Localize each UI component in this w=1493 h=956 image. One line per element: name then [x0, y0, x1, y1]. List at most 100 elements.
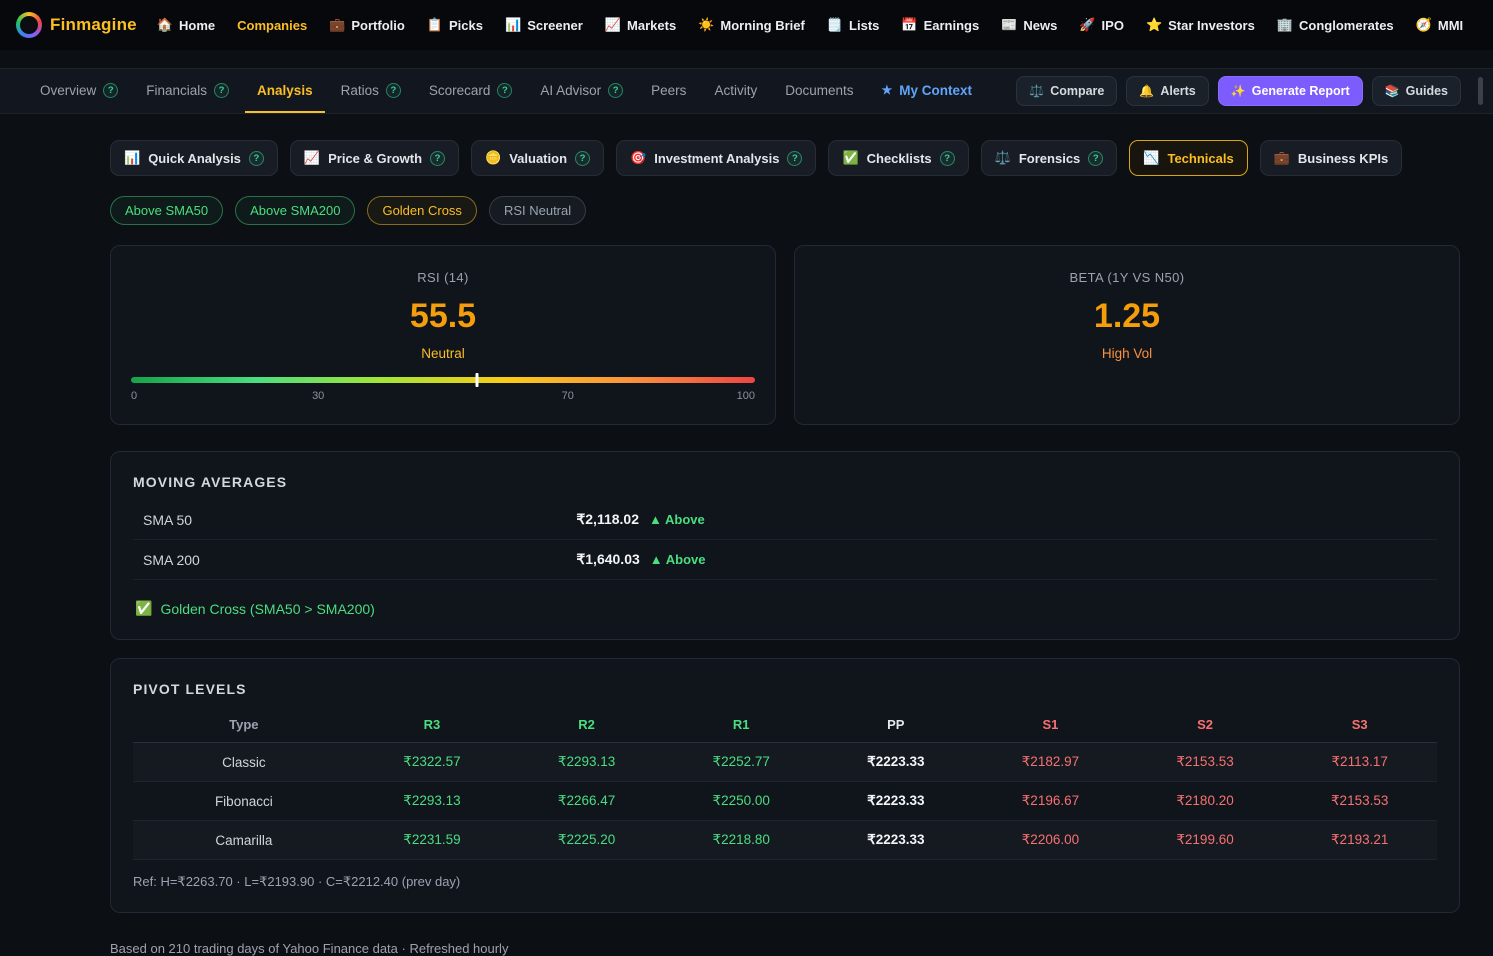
chip-above-sma50: Above SMA50 [110, 196, 223, 225]
help-icon[interactable]: ? [430, 151, 445, 166]
topnav-item-companies[interactable]: Companies [237, 18, 307, 33]
signal-chips: Above SMA50 Above SMA200 Golden Cross RS… [110, 196, 1460, 225]
help-icon[interactable]: ? [103, 83, 118, 98]
table-row: SMA 50 ₹2,118.02 ▲ Above [133, 500, 1437, 540]
topnav-item-ipo[interactable]: 🚀 IPO [1079, 17, 1124, 33]
topnav-item-conglomerates[interactable]: 🏢 Conglomerates [1277, 17, 1394, 33]
tab-label: Activity [714, 83, 757, 98]
beta-card-title: BETA (1Y VS N50) [815, 270, 1439, 285]
tab-ratios[interactable]: Ratios ? [329, 69, 413, 113]
topnav-item-label: Markets [627, 18, 676, 33]
topnav-item-markets[interactable]: 📈 Markets [605, 17, 676, 33]
topnav-item-picks[interactable]: 📋 Picks [427, 17, 483, 33]
topnav-item-portfolio[interactable]: 💼 Portfolio [329, 17, 405, 33]
pivot-cell: ₹2180.20 [1128, 782, 1283, 821]
subtab-price-growth[interactable]: 📈 Price & Growth ? [290, 140, 459, 176]
pivot-cell: ₹2322.57 [355, 743, 510, 782]
subtab-label: Business KPIs [1298, 151, 1388, 166]
topnav-item-label: Companies [237, 18, 307, 33]
compare-icon: ⚖️ [1029, 84, 1044, 98]
generate-report-label: Generate Report [1252, 84, 1350, 98]
topnav-item-home[interactable]: 🏠 Home [157, 17, 215, 33]
tabbar-scrollbar[interactable] [1478, 77, 1483, 105]
ipo-icon: 🚀 [1079, 17, 1095, 33]
tab-scorecard[interactable]: Scorecard ? [417, 69, 525, 113]
help-icon[interactable]: ? [575, 151, 590, 166]
help-icon[interactable]: ? [940, 151, 955, 166]
help-icon[interactable]: ? [214, 83, 229, 98]
tab-analysis[interactable]: Analysis [245, 69, 325, 113]
subtab-valuation[interactable]: 🪙 Valuation ? [471, 140, 604, 176]
column-header-s1: S1 [973, 707, 1128, 743]
subtab-quick-analysis[interactable]: 📊 Quick Analysis ? [110, 140, 278, 176]
pivot-cell: ₹2293.13 [509, 743, 664, 782]
beta-value: 1.25 [815, 297, 1439, 336]
pivot-cell: ₹2252.77 [664, 743, 819, 782]
brand-name: Finmagine [50, 15, 137, 35]
subtab-investment-analysis[interactable]: 🎯 Investment Analysis ? [616, 140, 816, 176]
tab-label: Analysis [257, 83, 313, 98]
pivot-reference-line: Ref: H=₹2263.70 · L=₹2193.90 · C=₹2212.4… [133, 860, 1437, 890]
subtab-business-kpis[interactable]: 💼 Business KPIs [1260, 140, 1403, 176]
pivot-cell: ₹2218.80 [664, 821, 819, 860]
pivot-cell: ₹2231.59 [355, 821, 510, 860]
topnav-item-earnings[interactable]: 📅 Earnings [901, 17, 979, 33]
brand[interactable]: Finmagine [16, 12, 137, 38]
earnings-icon: 📅 [901, 17, 917, 33]
pivot-levels-card: PIVOT LEVELS Type R3 R2 R1 PP S1 S2 S3 C… [110, 658, 1460, 913]
help-icon[interactable]: ? [787, 151, 802, 166]
technicals-icon: 📉 [1143, 150, 1159, 166]
morning-brief-icon: ☀️ [698, 17, 714, 33]
tab-ai-advisor[interactable]: AI Advisor ? [528, 69, 635, 113]
help-icon[interactable]: ? [497, 83, 512, 98]
topnav-item-screener[interactable]: 📊 Screener [505, 17, 583, 33]
help-icon[interactable]: ? [1088, 151, 1103, 166]
table-row: Camarilla ₹2231.59 ₹2225.20 ₹2218.80 ₹22… [133, 821, 1437, 860]
pivot-cell: ₹2199.60 [1128, 821, 1283, 860]
tab-peers[interactable]: Peers [639, 69, 698, 113]
subtab-checklists[interactable]: ✅ Checklists ? [828, 140, 968, 176]
sma200-status: ▲ Above [650, 552, 706, 567]
alerts-button[interactable]: 🔔 Alerts [1126, 76, 1208, 106]
tab-my-context[interactable]: ★ My Context [869, 69, 984, 113]
subtab-forensics[interactable]: ⚖️ Forensics ? [981, 140, 1118, 176]
help-icon[interactable]: ? [249, 151, 264, 166]
topnav-item-morning-brief[interactable]: ☀️ Morning Brief [698, 17, 805, 33]
rsi-card-title: RSI (14) [131, 270, 755, 285]
compare-button[interactable]: ⚖️ Compare [1016, 76, 1117, 106]
topnav-item-star-investors[interactable]: ⭐ Star Investors [1146, 17, 1255, 33]
pivot-row-type: Camarilla [133, 821, 355, 860]
topnav-item-lists[interactable]: 🗒️ Lists [827, 17, 880, 33]
tab-financials[interactable]: Financials ? [134, 69, 241, 113]
column-header-r2: R2 [509, 707, 664, 743]
pivot-cell: ₹2153.53 [1128, 743, 1283, 782]
topnav-item-news[interactable]: 📰 News [1001, 17, 1057, 33]
pivot-cell: ₹2293.13 [355, 782, 510, 821]
topnav-item-mmi[interactable]: 🧭 MMI [1416, 17, 1463, 33]
tab-activity[interactable]: Activity [702, 69, 769, 113]
tab-overview[interactable]: Overview ? [28, 69, 130, 113]
picks-icon: 📋 [427, 17, 443, 33]
help-icon[interactable]: ? [386, 83, 401, 98]
topnav-item-label: Morning Brief [720, 18, 805, 33]
subtab-label: Forensics [1019, 151, 1080, 166]
column-header-s2: S2 [1128, 707, 1283, 743]
quick-analysis-icon: 📊 [124, 150, 140, 166]
table-row: Fibonacci ₹2293.13 ₹2266.47 ₹2250.00 ₹22… [133, 782, 1437, 821]
guides-button[interactable]: 📚 Guides [1372, 76, 1461, 106]
tab-documents[interactable]: Documents [773, 69, 865, 113]
bell-icon: 🔔 [1139, 84, 1154, 98]
pivot-cell: ₹2223.33 [819, 821, 974, 860]
guides-button-label: Guides [1406, 84, 1448, 98]
topnav-item-label: News [1023, 18, 1057, 33]
moving-averages-title: MOVING AVERAGES [133, 474, 1437, 490]
subtab-technicals[interactable]: 📉 Technicals [1129, 140, 1247, 176]
tab-label: Overview [40, 83, 96, 98]
generate-report-button[interactable]: ✨ Generate Report [1218, 76, 1363, 106]
column-header-r1: R1 [664, 707, 819, 743]
analysis-content: 📊 Quick Analysis ? 📈 Price & Growth ? 🪙 … [110, 140, 1460, 956]
golden-cross-note: ✅ Golden Cross (SMA50 > SMA200) [133, 600, 1437, 617]
help-icon[interactable]: ? [608, 83, 623, 98]
moving-averages-card: MOVING AVERAGES SMA 50 ₹2,118.02 ▲ Above… [110, 451, 1460, 640]
checklists-icon: ✅ [842, 150, 858, 166]
